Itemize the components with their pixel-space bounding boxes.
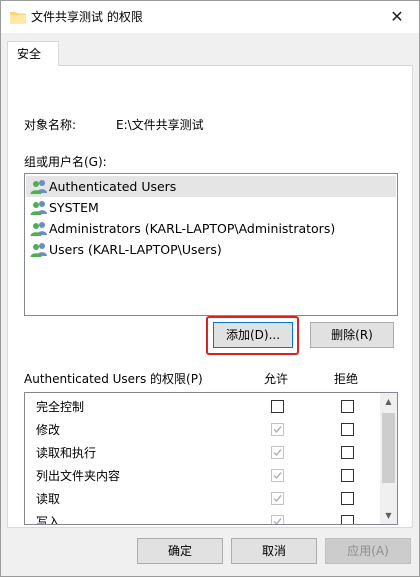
permissions-dialog: 文件共享测试 的权限 ✕ 安全 对象名称: E:\文件共享测试 组或用户名(G)… — [0, 0, 420, 577]
users-listbox[interactable]: Authenticated Users SYSTEM Administrators … — [24, 173, 398, 316]
folder-icon — [10, 12, 26, 24]
user-list-item[interactable]: SYSTEM — [26, 197, 396, 218]
permission-name: 列出文件夹内容 — [36, 469, 121, 483]
permission-row: 读取和执行 — [25, 442, 379, 465]
object-name-value: E:\文件共享测试 — [116, 118, 204, 132]
dialog-body: 安全 对象名称: E:\文件共享测试 组或用户名(G): Authenticat… — [1, 33, 419, 576]
deny-checkbox[interactable] — [341, 492, 354, 505]
permission-row: 读取 — [25, 488, 379, 511]
permission-row: 修改 — [25, 419, 379, 442]
allow-header: 允许 — [264, 372, 289, 386]
allow-checkbox — [271, 423, 284, 436]
remove-button[interactable]: 删除(R) — [310, 322, 394, 348]
security-panel: 对象名称: E:\文件共享测试 组或用户名(G): Authenticated … — [7, 65, 413, 528]
user-list-item[interactable]: Administrators (KARL-LAPTOP\Administrato… — [26, 218, 396, 239]
deny-checkbox[interactable] — [341, 400, 354, 413]
cancel-button[interactable]: 取消 — [231, 538, 317, 564]
deny-header: 拒绝 — [334, 372, 359, 386]
object-name-label: 对象名称: — [24, 118, 77, 132]
tab-security-label: 安全 — [17, 47, 42, 61]
user-list-item[interactable]: Users (KARL-LAPTOP\Users) — [26, 239, 396, 260]
users-icon — [30, 201, 47, 215]
allow-checkbox — [271, 446, 284, 459]
permission-row: 列出文件夹内容 — [25, 465, 379, 488]
groups-label: 组或用户名(G): — [24, 155, 107, 169]
user-list-item-label: Authenticated Users — [49, 179, 177, 194]
permissions-label: Authenticated Users 的权限(P) — [24, 372, 203, 386]
user-list-item-label: Users (KARL-LAPTOP\Users) — [49, 242, 222, 257]
users-icon — [30, 243, 47, 257]
apply-button[interactable]: 应用(A) — [325, 538, 411, 564]
allow-checkbox — [271, 492, 284, 505]
allow-checkbox[interactable] — [271, 400, 284, 413]
permission-row: 写入 — [25, 511, 379, 525]
user-list-item[interactable]: Authenticated Users — [26, 176, 396, 197]
deny-checkbox[interactable] — [341, 469, 354, 482]
permission-name: 修改 — [36, 423, 61, 437]
permissions-list: 完全控制修改读取和执行列出文件夹内容 读取写入 ▲ ▼ — [24, 392, 398, 525]
user-list-item-label: SYSTEM — [49, 200, 99, 215]
window-title: 文件共享测试 的权限 — [31, 10, 143, 24]
allow-checkbox — [271, 515, 284, 524]
scroll-down-icon[interactable]: ▼ — [380, 507, 397, 524]
permission-name: 读取 — [36, 492, 61, 506]
permission-name: 读取和执行 — [36, 446, 97, 460]
allow-checkbox — [271, 469, 284, 482]
tab-security[interactable]: 安全 — [7, 41, 59, 66]
title-bar[interactable]: 文件共享测试 的权限 ✕ — [1, 1, 419, 33]
permission-row: 完全控制 — [25, 396, 379, 419]
deny-checkbox[interactable] — [341, 515, 354, 524]
scrollbar[interactable]: ▲ ▼ — [380, 393, 397, 524]
users-icon — [30, 222, 47, 236]
scrollbar-thumb[interactable] — [382, 413, 395, 483]
ok-button[interactable]: 确定 — [137, 538, 223, 564]
deny-checkbox[interactable] — [341, 446, 354, 459]
highlight-box — [206, 316, 299, 355]
deny-checkbox[interactable] — [341, 423, 354, 436]
scroll-up-icon[interactable]: ▲ — [380, 393, 397, 410]
user-list-item-label: Administrators (KARL-LAPTOP\Administrato… — [49, 221, 336, 236]
permission-name: 完全控制 — [36, 400, 85, 414]
users-icon — [30, 180, 47, 194]
permission-name: 写入 — [36, 515, 61, 525]
close-button[interactable]: ✕ — [381, 5, 413, 29]
